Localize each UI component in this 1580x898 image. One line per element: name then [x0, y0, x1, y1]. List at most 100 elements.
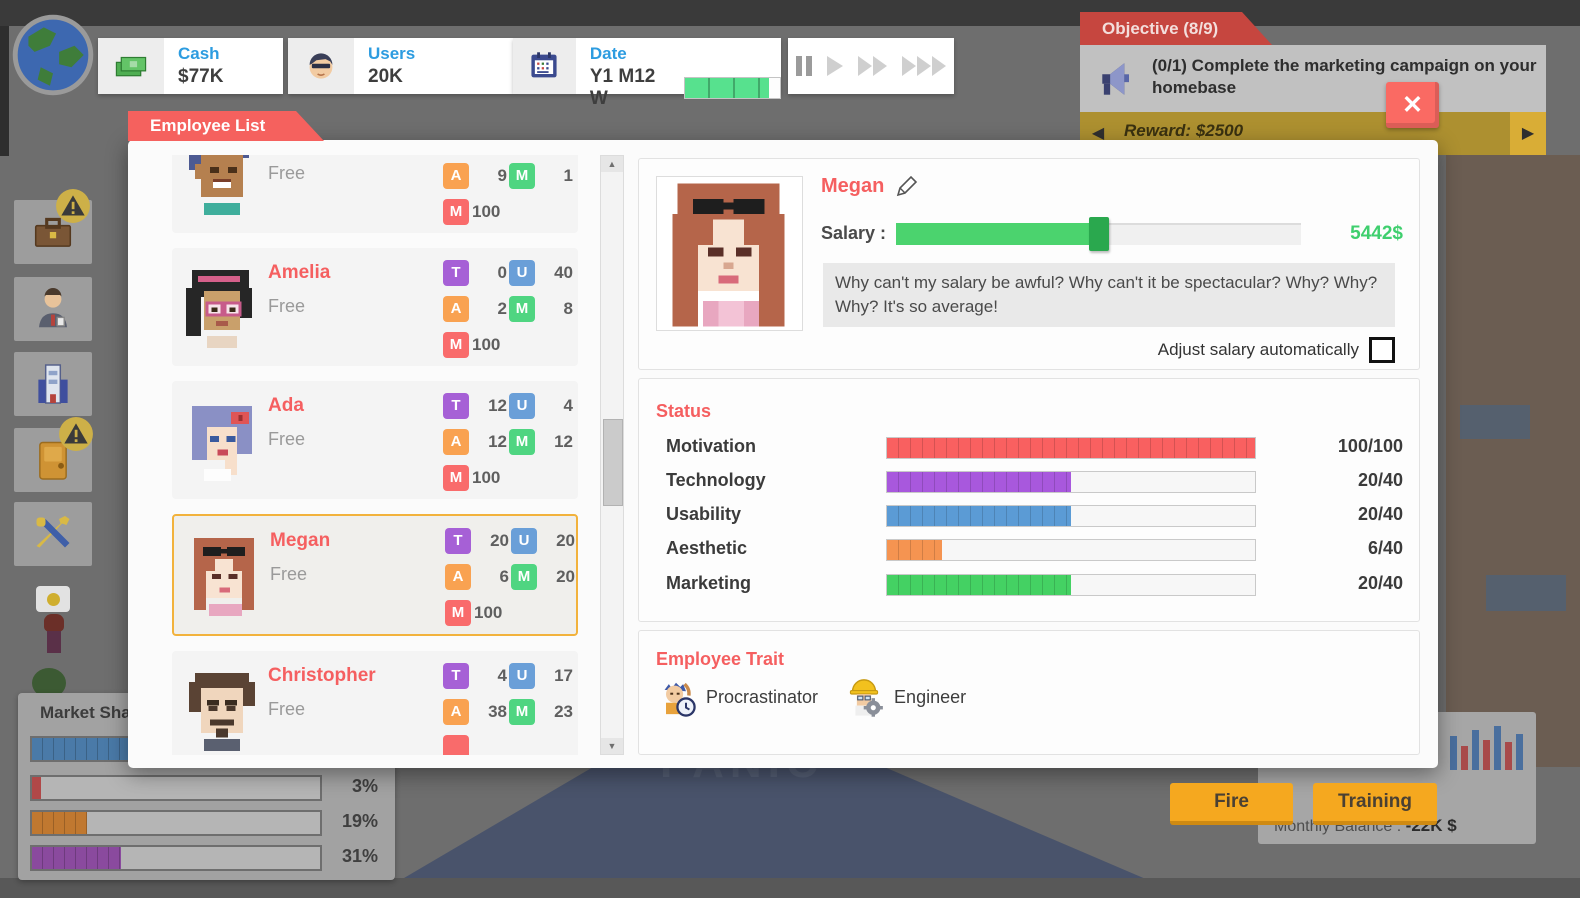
- objective-next-arrow[interactable]: ▶: [1510, 112, 1546, 155]
- stat-chip: A: [445, 564, 471, 590]
- status-label: Technology: [666, 470, 766, 491]
- employee-row[interactable]: Christopher Free T4 U17 A38 M23: [172, 651, 578, 755]
- stat-value: 2: [469, 296, 509, 319]
- status-value: 6/40: [1368, 538, 1403, 559]
- salary-card: Megan Salary : 5442$ Why can't my salary…: [638, 158, 1420, 370]
- employee-row[interactable]: Free A9 M1 M100: [172, 155, 578, 233]
- stat-chip: M: [509, 699, 535, 725]
- status-value: 20/40: [1358, 504, 1403, 525]
- training-button[interactable]: Training: [1313, 783, 1437, 825]
- market-share-value: 19%: [322, 811, 378, 832]
- stat-chip: M: [511, 564, 537, 590]
- employee-list-header: Employee List: [128, 111, 324, 141]
- stat-chip: A: [443, 163, 469, 189]
- stat-chip: U: [509, 663, 535, 689]
- stat-chip: M: [443, 199, 469, 225]
- stat-chip: M: [443, 465, 469, 491]
- scrollbar-thumb[interactable]: [603, 419, 623, 506]
- date-label: Date: [590, 44, 781, 64]
- sidebar-item-building[interactable]: [14, 352, 92, 416]
- employee-row[interactable]: Amelia Free T0 U40 A2 M8 M100: [172, 248, 578, 366]
- tools-icon: [32, 513, 74, 555]
- status-label: Motivation: [666, 436, 756, 457]
- trait-card: Employee Trait Procrastinator: [638, 630, 1420, 755]
- stat-value: 6: [471, 564, 511, 587]
- play-button[interactable]: [825, 54, 845, 78]
- balance-chart-bar: [1472, 730, 1479, 770]
- balance-chart-bar: [1505, 742, 1512, 770]
- npc-character-body: [47, 631, 61, 653]
- trait-item: Engineer: [844, 677, 966, 717]
- megaphone-icon: [1096, 57, 1140, 101]
- employee-name: Ada: [268, 395, 304, 417]
- stat-chip: M: [443, 332, 469, 358]
- fast-forward-icon: [857, 54, 889, 78]
- stat-value: 9: [469, 163, 509, 186]
- stat-value: 20: [471, 528, 511, 551]
- salary-value: 5442$: [1350, 223, 1403, 245]
- edit-pencil-icon[interactable]: [894, 173, 920, 199]
- cash-icon: [114, 51, 148, 81]
- users-icon: [305, 50, 337, 82]
- stat-chip: M: [445, 600, 471, 626]
- sidebar-item-tools[interactable]: [14, 502, 92, 566]
- users-card: Users 20K: [288, 38, 513, 94]
- stat-value: 100: [469, 199, 509, 222]
- stat-chip: U: [509, 260, 535, 286]
- cash-label: Cash: [178, 44, 223, 64]
- fire-button[interactable]: Fire: [1170, 783, 1293, 825]
- auto-salary-checkbox[interactable]: [1369, 337, 1395, 363]
- fast-forward-button[interactable]: [857, 54, 889, 78]
- employee-list: Free A9 M1 M100: [172, 155, 578, 755]
- employee-quote: Why can't my salary be awful? Why can't …: [823, 263, 1395, 327]
- employee-row-selected[interactable]: Megan Free T20 U20 A6 M20 M100: [172, 514, 578, 636]
- game-screen: PANIC Cash $77K: [0, 0, 1580, 898]
- pause-button[interactable]: [795, 54, 813, 78]
- stat-value: 12: [469, 393, 509, 416]
- avatar: [182, 532, 266, 616]
- auto-salary-label: Adjust salary automatically: [1158, 340, 1359, 360]
- balance-chart-bar: [1483, 740, 1490, 770]
- stat-value: 12: [469, 429, 509, 452]
- objective-panel: (0/1) Complete the marketing campaign on…: [1080, 45, 1546, 112]
- smiley-icon: [47, 593, 60, 606]
- status-bar: [886, 574, 1256, 596]
- background-office: [1446, 155, 1580, 767]
- background-top-strip: [0, 0, 1580, 26]
- status-value: 20/40: [1358, 470, 1403, 491]
- status-value: 20/40: [1358, 573, 1403, 594]
- salary-slider[interactable]: [896, 223, 1301, 245]
- salary-slider-handle[interactable]: [1089, 217, 1109, 251]
- stat-chip: T: [445, 528, 471, 554]
- trait-label: Engineer: [894, 687, 966, 708]
- employee-name: Megan: [270, 530, 330, 552]
- employee-status: Free: [268, 699, 305, 720]
- stat-chip: M: [509, 429, 535, 455]
- status-bar: [886, 471, 1256, 493]
- stat-value: 0: [469, 260, 509, 283]
- status-card: Status Motivation 100/100 Technology 20/…: [638, 378, 1420, 622]
- scroll-down-button[interactable]: ▼: [601, 738, 623, 754]
- market-share-bar: [30, 845, 322, 871]
- fastest-forward-button[interactable]: [901, 54, 947, 78]
- employee-list-scrollbar[interactable]: ▲ ▼: [600, 155, 624, 755]
- scroll-up-button[interactable]: ▲: [601, 156, 623, 172]
- market-share-value: 3%: [322, 776, 378, 797]
- close-button[interactable]: ✕: [1386, 82, 1439, 128]
- play-icon: [825, 54, 845, 78]
- procrastinator-icon: [656, 677, 696, 717]
- sidebar-item-staff[interactable]: [14, 277, 92, 341]
- engineer-icon: [844, 677, 884, 717]
- speed-controls: [788, 38, 954, 94]
- stat-chip: A: [443, 296, 469, 322]
- world-button[interactable]: [10, 12, 96, 98]
- employee-status: Free: [268, 429, 305, 450]
- employee-row[interactable]: Ada Free T12 U4 A12 M12 M100: [172, 381, 578, 499]
- employee-portrait: [656, 176, 803, 331]
- stat-chip: A: [443, 429, 469, 455]
- fastest-forward-icon: [901, 54, 947, 78]
- balance-chart-bar: [1516, 734, 1523, 770]
- objective-text: (0/1) Complete the marketing campaign on…: [1152, 55, 1538, 99]
- stat-value: 12: [535, 429, 575, 452]
- status-bar: [886, 505, 1256, 527]
